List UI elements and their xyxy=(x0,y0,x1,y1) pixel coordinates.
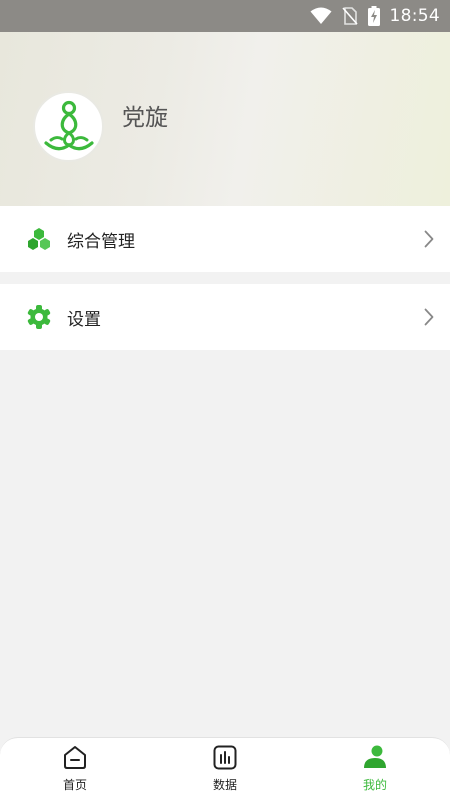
gear-icon xyxy=(27,305,51,329)
chevron-right-icon xyxy=(424,308,434,326)
yoga-meditation-icon xyxy=(43,99,95,155)
username: 党旋 xyxy=(122,105,168,131)
tab-label: 数据 xyxy=(212,778,237,792)
tab-label: 我的 xyxy=(362,778,387,792)
home-icon xyxy=(63,745,87,770)
status-time: 18:54 xyxy=(389,6,440,26)
chevron-right-icon xyxy=(424,230,434,248)
cubes-icon xyxy=(27,228,51,250)
battery-charging-icon xyxy=(367,6,380,26)
menu-item-label: 综合管理 xyxy=(67,231,135,252)
tab-mine[interactable]: 我的 xyxy=(300,738,450,800)
tab-home[interactable]: 首页 xyxy=(0,738,150,800)
no-sim-icon xyxy=(341,7,358,25)
menu-item-settings[interactable]: 设置 xyxy=(0,284,450,350)
menu-item-label: 设置 xyxy=(67,309,101,330)
bottom-tab-bar: 首页 数据 我的 xyxy=(0,737,450,800)
status-bar: 18:54 xyxy=(0,0,450,32)
avatar[interactable] xyxy=(33,91,104,162)
bar-chart-icon xyxy=(213,745,237,770)
wifi-icon xyxy=(310,7,332,25)
profile-header: 党旋 xyxy=(0,32,450,206)
menu-item-management[interactable]: 综合管理 xyxy=(0,206,450,272)
tab-label: 首页 xyxy=(62,778,87,792)
tab-data[interactable]: 数据 xyxy=(150,738,300,800)
user-icon xyxy=(363,745,387,770)
